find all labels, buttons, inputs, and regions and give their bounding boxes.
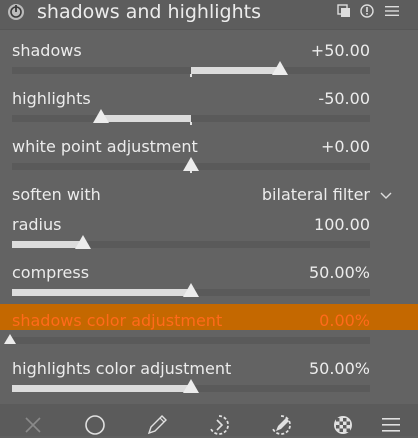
soften-with-combobox[interactable]: soften with bilateral filter — [0, 182, 392, 208]
shadows-color-slider[interactable]: shadows color adjustment 0.00% — [0, 310, 392, 350]
highlights-color-handle[interactable] — [183, 379, 199, 393]
white-point-label: white point adjustment — [12, 137, 198, 156]
radius-fill — [12, 241, 83, 248]
presets-menu-icon[interactable] — [384, 4, 400, 18]
shadows-label: shadows — [12, 41, 82, 60]
shadows-center-tick — [190, 74, 192, 77]
white-point-value: +0.00 — [320, 137, 370, 156]
shadows-handle[interactable] — [272, 61, 288, 75]
module-header[interactable]: shadows and highlights — [0, 0, 418, 30]
radius-track[interactable] — [12, 241, 370, 248]
white-point-slider[interactable]: white point adjustment +0.00 — [0, 134, 392, 174]
compress-value: 50.00% — [308, 263, 370, 282]
radius-slider[interactable]: radius 100.00 — [0, 214, 392, 254]
shadows-color-track[interactable] — [12, 337, 370, 344]
shadows-value: +50.00 — [310, 41, 370, 60]
module-panel: shadows and highlights shadows +50.00 hi… — [0, 0, 418, 436]
compress-fill — [12, 289, 191, 296]
power-icon[interactable] — [7, 3, 25, 21]
highlights-color-fill — [12, 385, 191, 392]
drawn-parametric-mask-icon[interactable] — [268, 412, 294, 438]
highlights-label: highlights — [12, 89, 91, 108]
highlights-color-value: 50.00% — [308, 359, 370, 378]
highlights-value: -50.00 — [318, 89, 370, 108]
highlights-color-slider[interactable]: highlights color adjustment 50.00% — [0, 358, 392, 398]
shadows-fill — [191, 67, 280, 74]
multi-instance-icon[interactable] — [337, 4, 351, 18]
soften-with-label: soften with — [12, 185, 101, 204]
compress-label: compress — [12, 263, 90, 282]
compress-slider[interactable]: compress 50.00% — [0, 262, 392, 302]
shadows-color-label: shadows color adjustment — [12, 311, 223, 330]
highlights-handle[interactable] — [93, 109, 109, 123]
highlights-color-label: highlights color adjustment — [12, 359, 232, 378]
highlights-track[interactable] — [12, 115, 370, 125]
mask-toolbar — [0, 404, 418, 436]
close-icon[interactable] — [20, 412, 46, 438]
highlights-center-tick — [190, 122, 192, 125]
raster-mask-icon[interactable] — [330, 412, 356, 438]
drawn-mask-icon[interactable] — [144, 412, 170, 438]
white-point-handle[interactable] — [183, 157, 199, 171]
circle-mask-icon[interactable] — [82, 412, 108, 438]
radius-value: 100.00 — [314, 215, 370, 234]
shadows-color-handle[interactable] — [4, 334, 16, 344]
shadows-slider[interactable]: shadows +50.00 — [0, 38, 392, 78]
compress-handle[interactable] — [183, 283, 199, 297]
menu-icon[interactable] — [378, 412, 404, 438]
radius-handle[interactable] — [75, 235, 91, 249]
chevron-down-icon[interactable] — [380, 190, 392, 200]
soften-with-value: bilateral filter — [261, 185, 370, 204]
shadows-track[interactable] — [12, 67, 370, 77]
shadows-color-value: 0.00% — [319, 311, 370, 330]
reset-icon[interactable] — [360, 4, 374, 18]
parametric-mask-icon[interactable] — [206, 412, 232, 438]
highlights-slider[interactable]: highlights -50.00 — [0, 86, 392, 126]
module-title: shadows and highlights — [37, 1, 261, 23]
highlights-fill — [101, 115, 191, 122]
radius-label: radius — [12, 215, 62, 234]
